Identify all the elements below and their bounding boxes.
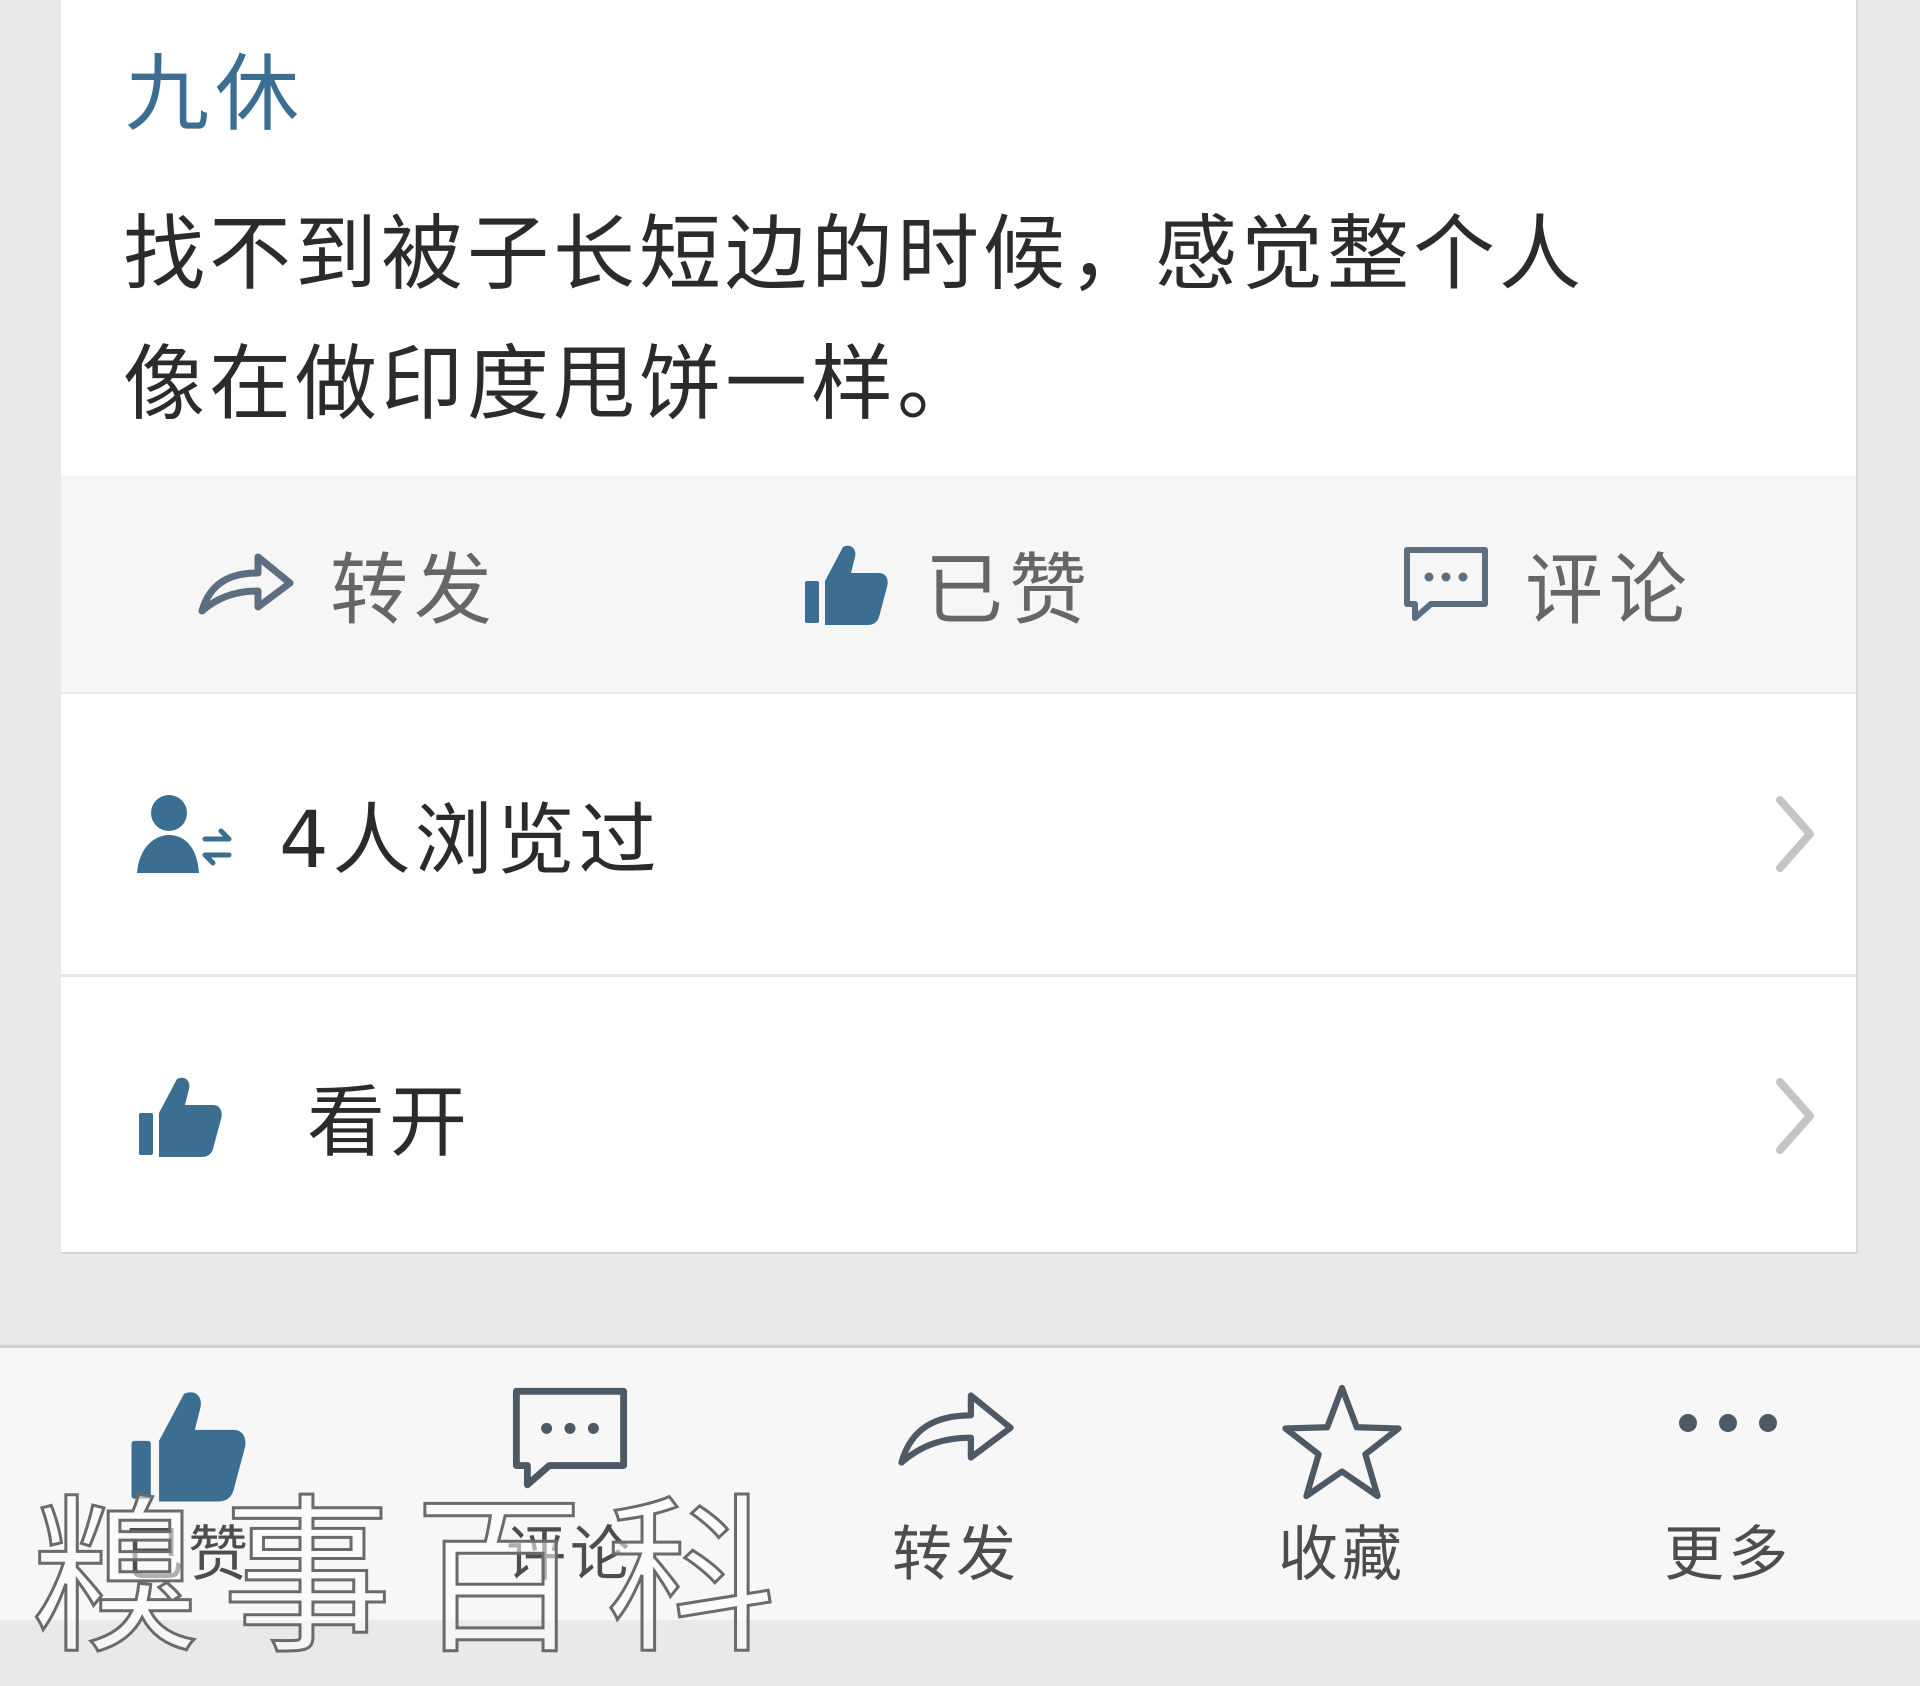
liked-button[interactable]: 已赞 [801,476,1093,692]
comment-icon [1404,547,1488,621]
tab-repost[interactable]: 转发 [846,1348,1066,1620]
liker-name: 看开 [307,1078,472,1168]
viewers-row[interactable]: 4人浏览过 [61,694,1856,974]
tab-repost-label: 转发 [892,1520,1020,1590]
tab-like[interactable]: 已赞 [78,1348,298,1620]
tab-comment[interactable]: 评论 [460,1348,680,1620]
liked-label: 已赞 [925,546,1094,636]
comment-label: 评论 [1525,546,1694,636]
repost-button[interactable]: 转发 [196,476,498,692]
tab-more[interactable]: 更多 [1618,1348,1838,1620]
repost-icon [198,553,294,615]
tab-more-label: 更多 [1664,1520,1792,1590]
tab-favorite-label: 收藏 [1278,1520,1406,1590]
post-text-line-2: 像在做印度甩饼一样。 [123,337,984,432]
thumbs-up-icon [131,1392,246,1502]
repost-icon [898,1392,1014,1466]
post-content: 找不到被子长短边的时候，感觉整个人 像在做印度甩饼一样。 [123,190,1823,450]
post-action-bar: 转发 已赞 评论 [61,476,1856,694]
chevron-right-icon [1776,796,1814,872]
thumbs-up-icon [139,1077,222,1157]
more-icon [1679,1414,1777,1432]
bottom-tab-bar: 已赞 评论 转发 收藏 更多 [0,1345,1920,1620]
thumbs-up-icon [805,545,888,625]
tab-favorite[interactable]: 收藏 [1232,1348,1452,1620]
viewers-label: 4人浏览过 [279,796,661,886]
post-author[interactable]: 九休 [125,44,305,144]
tab-comment-label: 评论 [506,1520,634,1590]
star-icon [1282,1384,1402,1500]
comment-button[interactable]: 评论 [1401,476,1693,692]
post-text-line-1: 找不到被子长短边的时候，感觉整个人 [123,207,1586,302]
repost-label: 转发 [330,546,499,636]
tab-like-label: 已赞 [124,1520,252,1590]
comment-icon [512,1387,628,1489]
post-card: 九休 找不到被子长短边的时候，感觉整个人 像在做印度甩饼一样。 转发 已赞 评论… [61,0,1858,1254]
viewers-icon [137,795,232,873]
chevron-right-icon [1776,1078,1814,1154]
liker-row[interactable]: 看开 [61,976,1856,1256]
